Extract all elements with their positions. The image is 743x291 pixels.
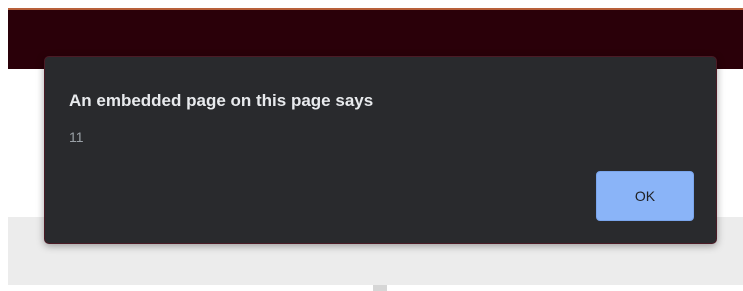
footer-divider — [373, 285, 387, 291]
dialog-title: An embedded page on this page says — [69, 91, 374, 110]
ok-button[interactable]: OK — [596, 171, 694, 221]
dialog-message: 11 — [69, 129, 84, 145]
alert-dialog: An embedded page on this page says 11 OK — [44, 56, 717, 244]
